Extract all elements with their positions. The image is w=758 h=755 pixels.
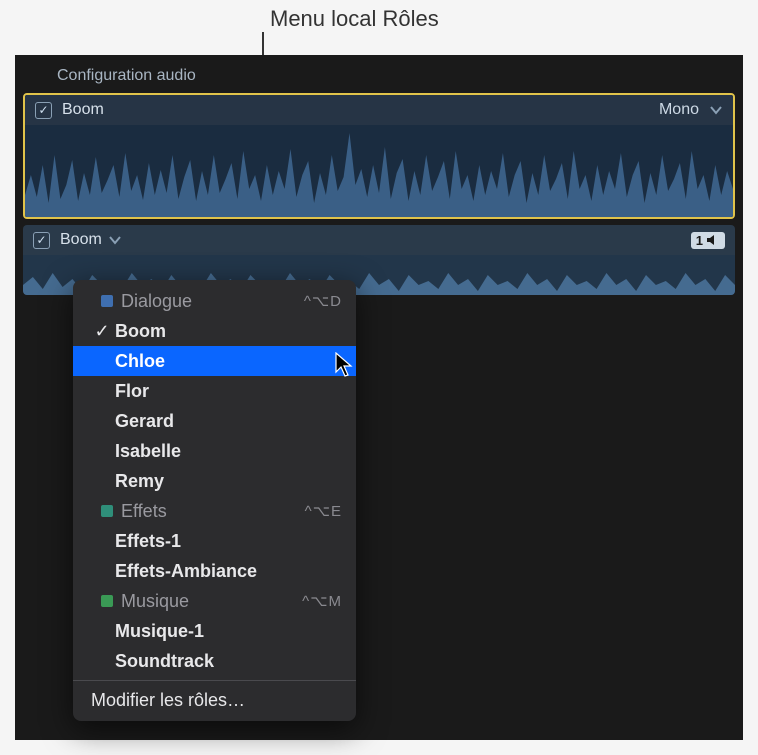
role-category-effects[interactable]: Effets ^⌥E xyxy=(73,496,356,526)
category-label: Dialogue xyxy=(121,291,192,312)
role-item-label: Gerard xyxy=(115,411,174,432)
color-swatch xyxy=(101,595,113,607)
role-item-isabelle[interactable]: Isabelle xyxy=(73,436,356,466)
role-item-boom[interactable]: ✓ Boom xyxy=(73,316,356,346)
component-name-label: Boom xyxy=(60,231,102,249)
role-item-label: Musique-1 xyxy=(115,621,204,642)
roles-popup-menu[interactable]: Dialogue ^⌥D ✓ Boom Chloe Flor Gerard Is… xyxy=(73,280,356,721)
role-item-remy[interactable]: Remy xyxy=(73,466,356,496)
role-item-musique-1[interactable]: Musique-1 xyxy=(73,616,356,646)
enable-checkbox[interactable] xyxy=(35,102,52,119)
role-item-label: Chloe xyxy=(115,351,165,372)
channel-config-label[interactable]: Mono xyxy=(659,101,699,119)
color-swatch xyxy=(101,295,113,307)
role-item-label: Boom xyxy=(115,321,166,342)
edit-roles-item[interactable]: Modifier les rôles… xyxy=(73,685,356,715)
callout-label: Menu local Rôles xyxy=(270,6,439,32)
role-item-label: Remy xyxy=(115,471,164,492)
role-item-effets-1[interactable]: Effets-1 xyxy=(73,526,356,556)
role-item-label: Soundtrack xyxy=(115,651,214,672)
role-item-effets-ambiance[interactable]: Effets-Ambiance xyxy=(73,556,356,586)
chevron-down-icon[interactable] xyxy=(709,105,723,115)
role-category-music[interactable]: Musique ^⌥M xyxy=(73,586,356,616)
role-category-dialogue[interactable]: Dialogue ^⌥D xyxy=(73,286,356,316)
role-item-label: Flor xyxy=(115,381,149,402)
color-swatch xyxy=(101,505,113,517)
role-item-label: Effets-1 xyxy=(115,531,181,552)
category-label: Musique xyxy=(121,591,189,612)
role-item-chloe[interactable]: Chloe xyxy=(73,346,356,376)
role-item-label: Effets-Ambiance xyxy=(115,561,257,582)
enable-checkbox[interactable] xyxy=(33,232,50,249)
role-item-label: Isabelle xyxy=(115,441,181,462)
audio-component-row[interactable]: Boom Mono xyxy=(23,93,735,219)
category-label: Effets xyxy=(121,501,167,522)
solo-badge-number: 1 xyxy=(696,233,703,248)
section-title: Configuration audio xyxy=(57,67,743,85)
checkmark-icon: ✓ xyxy=(93,321,111,342)
keyboard-shortcut: ^⌥M xyxy=(302,592,342,610)
component-header: Boom 1 xyxy=(23,225,735,255)
role-item-gerard[interactable]: Gerard xyxy=(73,406,356,436)
role-item-flor[interactable]: Flor xyxy=(73,376,356,406)
separator xyxy=(73,680,356,681)
keyboard-shortcut: ^⌥D xyxy=(304,292,342,310)
keyboard-shortcut: ^⌥E xyxy=(305,502,342,520)
component-header: Boom Mono xyxy=(25,95,733,125)
role-item-soundtrack[interactable]: Soundtrack xyxy=(73,646,356,676)
solo-badge[interactable]: 1 xyxy=(691,232,725,249)
component-name-label: Boom xyxy=(62,101,104,119)
speaker-icon xyxy=(706,234,720,246)
chevron-down-icon[interactable] xyxy=(108,235,122,245)
waveform-display xyxy=(25,125,733,217)
edit-roles-label: Modifier les rôles… xyxy=(91,690,245,711)
